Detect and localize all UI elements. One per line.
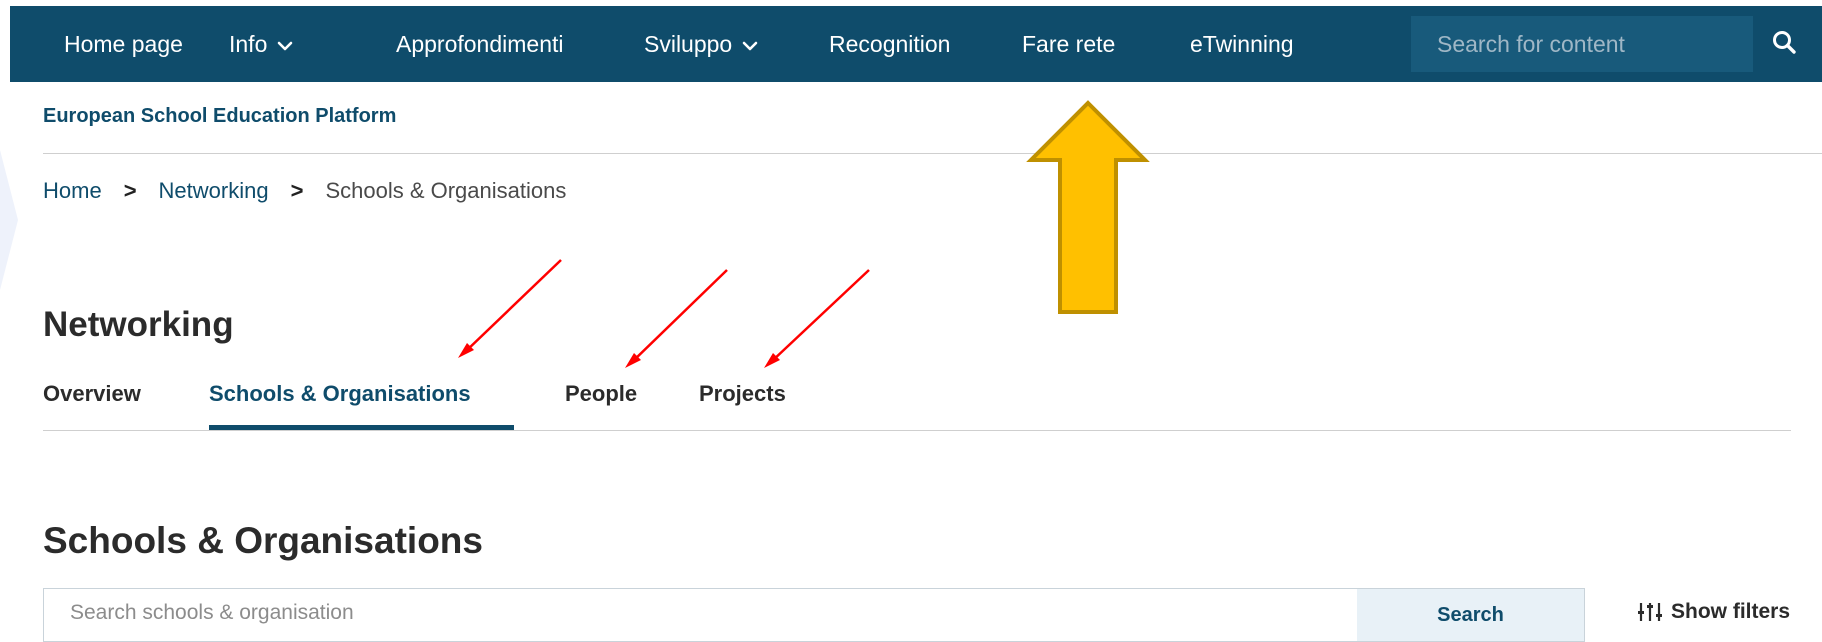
show-filters-label: Show filters xyxy=(1671,600,1791,623)
tab-projects[interactable]: Projects xyxy=(699,381,786,407)
page-title: Networking xyxy=(43,305,234,344)
nav-item-label: Info xyxy=(229,31,268,57)
sliders-icon xyxy=(1638,603,1662,621)
tab-overview[interactable]: Overview xyxy=(43,381,141,407)
yellow-up-arrow xyxy=(1026,100,1150,314)
nav-item-home-page[interactable]: Home page xyxy=(64,6,183,82)
tab-schools-organisations[interactable]: Schools & Organisations xyxy=(209,381,471,407)
chevron-down-icon xyxy=(742,5,758,81)
nav-item-label: Home page xyxy=(64,31,183,57)
tab-people[interactable]: People xyxy=(565,381,637,407)
nav-item-label: Sviluppo xyxy=(644,31,733,57)
nav-search-input[interactable] xyxy=(1411,16,1757,72)
nav-item-fare-rete[interactable]: Fare rete xyxy=(1022,6,1115,82)
site-title[interactable]: European School Education Platform xyxy=(43,105,396,128)
breadcrumb-current: Schools & Organisations xyxy=(325,178,567,203)
decorative-wedge xyxy=(0,150,18,290)
nav-item-label: Fare rete xyxy=(1022,31,1116,57)
nav-item-sviluppo[interactable]: Sviluppo xyxy=(644,6,758,82)
red-annotation-arrow xyxy=(764,269,870,368)
org-search-input[interactable] xyxy=(44,589,1360,637)
header-divider xyxy=(43,153,1822,154)
nav-item-approfondimenti[interactable]: Approfondimenti xyxy=(396,6,564,82)
nav-item-label: Recognition xyxy=(829,31,951,57)
org-search-button-label: Search xyxy=(1437,603,1504,626)
red-annotation-arrow xyxy=(458,259,562,358)
breadcrumb-separator: > xyxy=(290,178,304,203)
nav-item-label: eTwinning xyxy=(1190,31,1294,57)
nav-item-info[interactable]: Info xyxy=(229,6,293,82)
nav-item-etwinning[interactable]: eTwinning xyxy=(1190,6,1294,82)
top-navigation-bar: Home page Info Approfondimenti Sviluppo … xyxy=(10,6,1822,82)
search-icon xyxy=(1771,29,1797,60)
section-title: Schools & Organisations xyxy=(43,520,483,561)
org-search-button[interactable]: Search xyxy=(1357,589,1584,641)
chevron-down-icon xyxy=(277,5,293,81)
show-filters-button[interactable]: Show filters xyxy=(1637,600,1790,624)
nav-item-recognition[interactable]: Recognition xyxy=(829,6,950,82)
nav-item-label: Approfondimenti xyxy=(396,31,564,57)
tabs-divider xyxy=(43,430,1791,431)
breadcrumb-networking[interactable]: Networking xyxy=(159,178,269,203)
breadcrumb-separator: > xyxy=(123,178,137,203)
breadcrumb: Home > Networking > Schools & Organisations xyxy=(43,178,566,204)
red-annotation-arrow xyxy=(625,269,728,368)
breadcrumb-home[interactable]: Home xyxy=(43,178,102,203)
nav-search-button[interactable] xyxy=(1758,16,1810,72)
